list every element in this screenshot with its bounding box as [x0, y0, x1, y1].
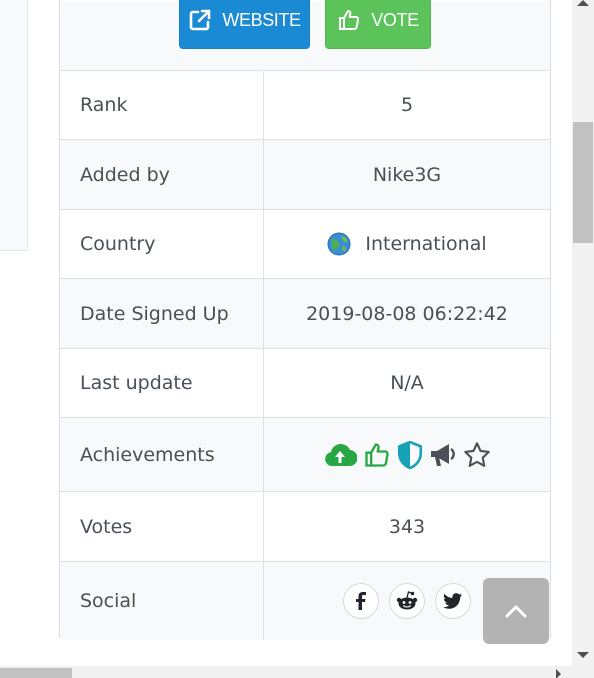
last-update-value: N/A — [390, 372, 424, 394]
page-viewport: WEBSITE VOTE Rank 5 Added by Nike3G Coun… — [0, 0, 594, 678]
scroll-right-arrow-icon[interactable] — [556, 669, 561, 678]
reddit-button[interactable] — [389, 583, 425, 619]
chevron-up-icon — [505, 604, 527, 618]
country-label: Country — [60, 210, 264, 278]
row-rank: Rank 5 — [60, 71, 550, 140]
horizontal-scroll-thumb[interactable] — [0, 668, 72, 678]
vote-button[interactable]: VOTE — [325, 0, 431, 49]
twitter-button[interactable] — [435, 583, 471, 619]
twitter-icon — [443, 592, 463, 610]
votes-value: 343 — [388, 515, 426, 538]
added-by-value: Nike3G — [372, 163, 442, 186]
date-signed-up-value: 2019-08-08 06:22:42 — [306, 302, 508, 325]
votes-label: Votes — [60, 492, 264, 561]
vote-button-label: VOTE — [371, 9, 419, 30]
thumbs-up-icon — [337, 8, 361, 32]
facebook-button[interactable] — [343, 583, 379, 619]
website-button[interactable]: WEBSITE — [179, 0, 310, 49]
last-update-label: Last update — [60, 349, 264, 417]
cloud-upload-icon — [323, 442, 357, 468]
row-country: Country International — [60, 210, 550, 279]
info-table: Rank 5 Added by Nike3G Country Internati… — [60, 71, 550, 640]
date-signed-up-label: Date Signed Up — [60, 279, 264, 348]
horizontal-scrollbar[interactable] — [0, 666, 594, 678]
scroll-up-arrow-icon[interactable] — [577, 0, 589, 6]
achievements-label: Achievements — [60, 418, 264, 491]
globe-icon — [327, 232, 351, 256]
country-value: International — [264, 210, 550, 278]
action-bar: WEBSITE VOTE — [60, 0, 550, 71]
row-date-signed-up: Date Signed Up 2019-08-08 06:22:42 — [60, 279, 550, 349]
star-icon — [463, 441, 491, 469]
external-link-icon — [188, 8, 212, 32]
vertical-scrollbar[interactable] — [572, 0, 594, 666]
added-by-label: Added by — [60, 140, 264, 209]
megaphone-icon — [429, 442, 457, 468]
row-achievements: Achievements — [60, 418, 550, 492]
server-info-card: WEBSITE VOTE Rank 5 Added by Nike3G Coun… — [59, 0, 551, 640]
social-label: Social — [60, 562, 264, 640]
rank-label: Rank — [60, 71, 264, 139]
row-last-update: Last update N/A — [60, 349, 550, 418]
rank-value: 5 — [400, 94, 414, 116]
facebook-icon — [353, 592, 369, 610]
thumbs-up-achievement-icon — [363, 441, 391, 469]
shield-icon — [397, 440, 423, 469]
country-name: International — [365, 233, 487, 255]
vertical-scroll-thumb[interactable] — [573, 122, 593, 243]
back-to-top-button[interactable] — [483, 578, 549, 644]
scroll-down-arrow-icon[interactable] — [577, 652, 589, 658]
row-added-by: Added by Nike3G — [60, 140, 550, 210]
row-social: Social — [60, 562, 550, 640]
left-sidebar-panel — [0, 0, 28, 251]
achievements-value — [264, 418, 550, 491]
reddit-icon — [396, 591, 418, 611]
website-button-label: WEBSITE — [222, 9, 301, 30]
row-votes: Votes 343 — [60, 492, 550, 562]
